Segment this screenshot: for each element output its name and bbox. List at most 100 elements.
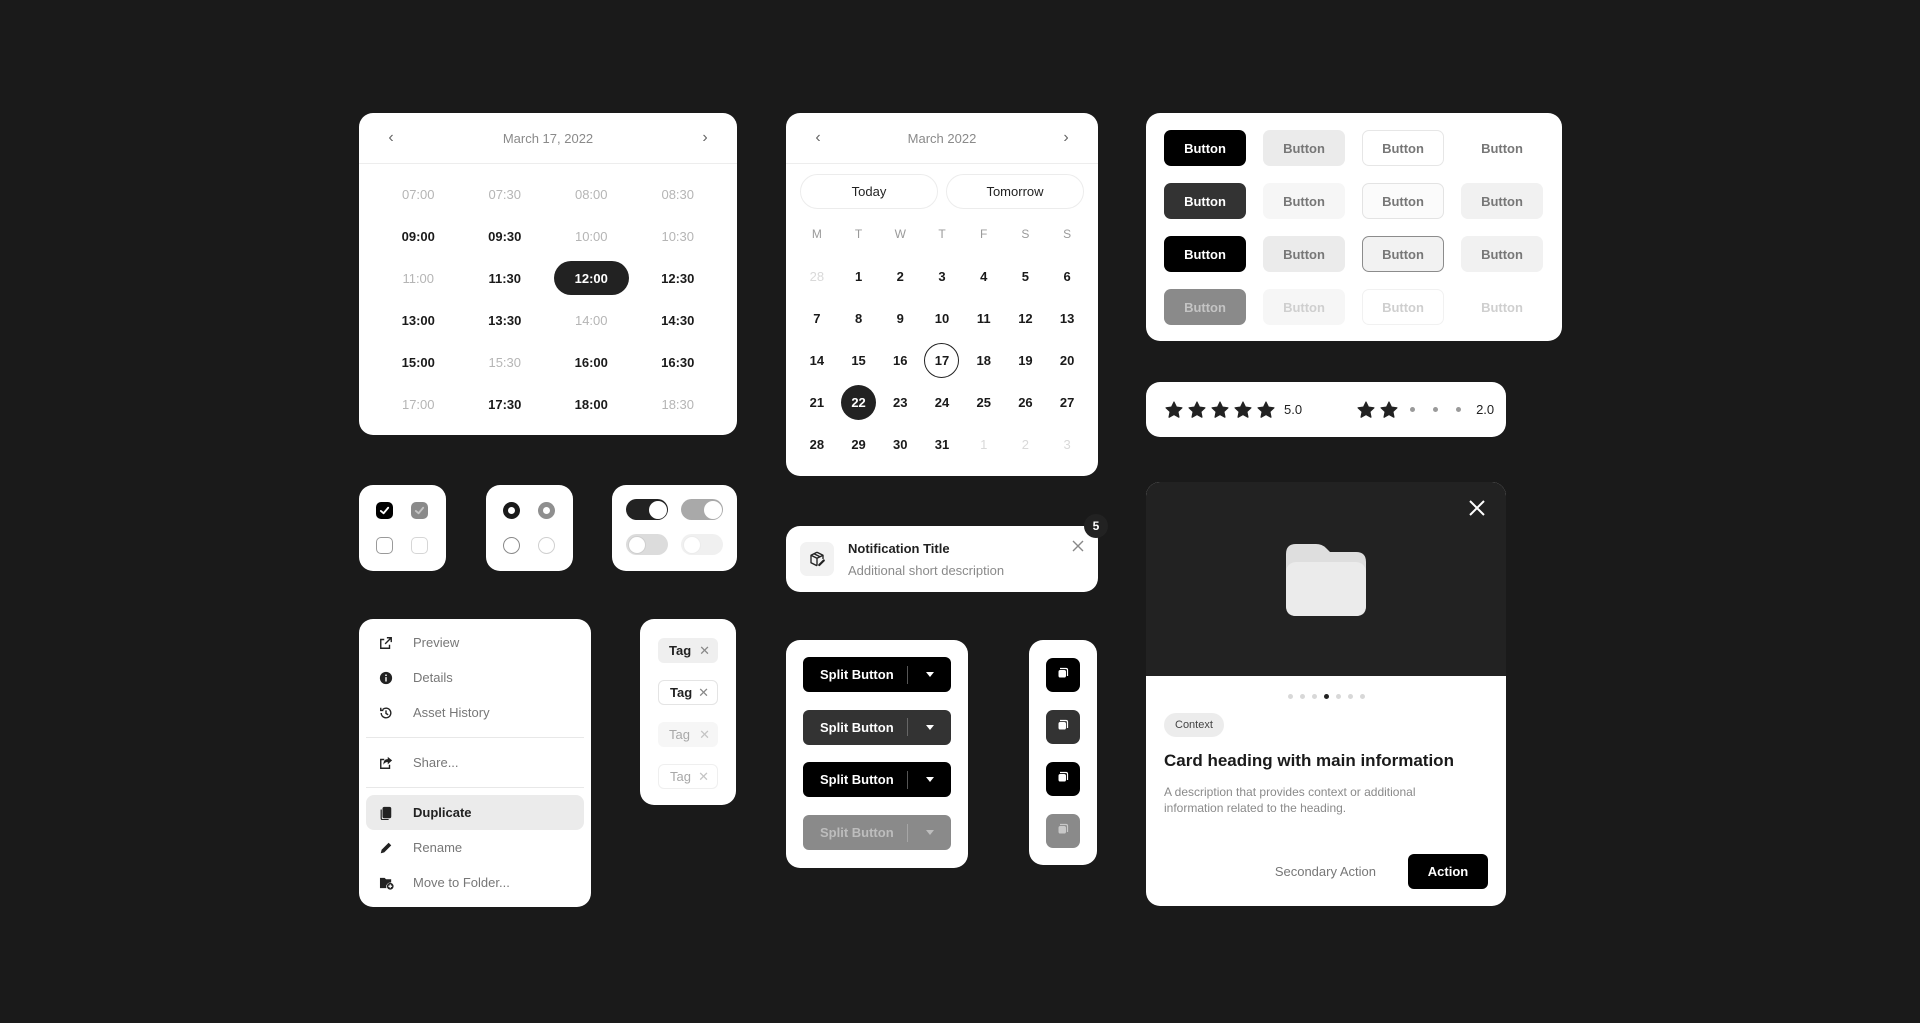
calendar-day[interactable]: 21 (796, 381, 838, 423)
calendar-day-today[interactable]: 17 (921, 339, 963, 381)
star-empty-icon[interactable] (1402, 400, 1422, 420)
calendar-day[interactable]: 27 (1046, 381, 1088, 423)
calendar-day[interactable]: 25 (963, 381, 1005, 423)
time-slot[interactable]: 16:30 (641, 345, 716, 379)
secondary-action-button[interactable]: Secondary Action (1275, 864, 1376, 879)
menu-item-share[interactable]: Share... (366, 745, 584, 780)
radio-selected[interactable] (503, 502, 520, 519)
carousel-dot[interactable] (1359, 694, 1365, 699)
today-button[interactable]: Today (800, 174, 938, 209)
menu-item-asset-history[interactable]: Asset History (366, 695, 584, 730)
chevron-left-icon[interactable]: ‹ (810, 130, 826, 146)
calendar-day[interactable]: 24 (921, 381, 963, 423)
calendar-day[interactable]: 29 (838, 423, 880, 465)
remove-tag-icon[interactable]: ✕ (699, 643, 710, 659)
remove-tag-icon[interactable]: ✕ (698, 685, 709, 701)
calendar-day[interactable]: 5 (1005, 255, 1047, 297)
calendar-day[interactable]: 11 (963, 297, 1005, 339)
calendar-day[interactable]: 4 (963, 255, 1005, 297)
button-secondary-hover[interactable]: Button (1263, 183, 1345, 219)
toggle-on[interactable] (626, 499, 668, 520)
calendar-day[interactable]: 7 (796, 297, 838, 339)
split-button-main[interactable]: Split Button (803, 657, 907, 692)
time-slot[interactable]: 15:00 (381, 345, 456, 379)
calendar-day[interactable]: 26 (1005, 381, 1047, 423)
button-ghost[interactable]: Button (1461, 130, 1543, 166)
calendar-day[interactable]: 10 (921, 297, 963, 339)
calendar-day[interactable]: 8 (838, 297, 880, 339)
star-filled-icon[interactable] (1187, 400, 1207, 420)
star-filled-icon[interactable] (1164, 400, 1184, 420)
star-rating[interactable]: 5.0 (1164, 400, 1302, 420)
carousel-dot[interactable] (1335, 694, 1341, 699)
split-dropdown-toggle[interactable] (908, 762, 951, 797)
menu-item-rename[interactable]: Rename (366, 830, 584, 865)
calendar-day[interactable]: 12 (1005, 297, 1047, 339)
calendar-day[interactable]: 1 (838, 255, 880, 297)
calendar-day[interactable]: 14 (796, 339, 838, 381)
close-icon[interactable] (1467, 498, 1487, 518)
calendar-day[interactable]: 6 (1046, 255, 1088, 297)
carousel-dot[interactable] (1287, 694, 1293, 699)
star-filled-icon[interactable] (1233, 400, 1253, 420)
time-slot[interactable]: 12:30 (641, 261, 716, 295)
calendar-day[interactable]: 31 (921, 423, 963, 465)
checkbox-checked[interactable] (376, 502, 393, 519)
calendar-day[interactable]: 28 (796, 423, 838, 465)
chevron-right-icon[interactable]: › (697, 130, 713, 146)
button-ghost-hover[interactable]: Button (1461, 183, 1543, 219)
menu-item-duplicate[interactable]: Duplicate (366, 795, 584, 830)
button-outline-hover[interactable]: Button (1362, 183, 1444, 219)
star-filled-icon[interactable] (1356, 400, 1376, 420)
carousel-dot[interactable] (1311, 694, 1317, 699)
button-outline-active[interactable]: Button (1362, 236, 1444, 272)
button-secondary[interactable]: Button (1263, 130, 1345, 166)
calendar-day[interactable]: 16 (879, 339, 921, 381)
calendar-day[interactable]: 18 (963, 339, 1005, 381)
calendar-day[interactable]: 23 (879, 381, 921, 423)
time-slot[interactable]: 13:00 (381, 303, 456, 337)
button-primary[interactable]: Button (1164, 236, 1246, 272)
chevron-left-icon[interactable]: ‹ (383, 130, 399, 146)
split-dropdown-toggle[interactable] (908, 657, 951, 692)
time-slot[interactable]: 13:30 (468, 303, 543, 337)
calendar-day[interactable]: 9 (879, 297, 921, 339)
time-slot[interactable]: 18:00 (554, 387, 629, 421)
time-slot[interactable]: 16:00 (554, 345, 629, 379)
primary-action-button[interactable]: Action (1408, 854, 1488, 889)
split-button-main[interactable]: Split Button (803, 762, 907, 797)
calendar-day[interactable]: 30 (879, 423, 921, 465)
button-outline[interactable]: Button (1362, 130, 1444, 166)
icon-button-hover[interactable] (1046, 710, 1080, 744)
time-slot[interactable]: 11:30 (468, 261, 543, 295)
checkbox-unchecked[interactable] (376, 537, 393, 554)
calendar-day[interactable]: 20 (1046, 339, 1088, 381)
close-icon[interactable] (1070, 538, 1086, 554)
calendar-day[interactable]: 3 (921, 255, 963, 297)
time-slot[interactable]: 14:30 (641, 303, 716, 337)
menu-item-details[interactable]: Details (366, 660, 584, 695)
time-slot[interactable]: 09:00 (381, 219, 456, 253)
button-primary[interactable]: Button (1164, 130, 1246, 166)
calendar-day[interactable]: 19 (1005, 339, 1047, 381)
icon-button-primary[interactable] (1046, 762, 1080, 796)
tomorrow-button[interactable]: Tomorrow (946, 174, 1084, 209)
star-empty-icon[interactable] (1425, 400, 1445, 420)
star-empty-icon[interactable] (1448, 400, 1468, 420)
calendar-day[interactable]: 2 (879, 255, 921, 297)
radio-unselected[interactable] (503, 537, 520, 554)
menu-item-move-to-folder[interactable]: Move to Folder... (366, 865, 584, 900)
split-button-main[interactable]: Split Button (803, 710, 907, 745)
time-slot[interactable]: 17:30 (468, 387, 543, 421)
calendar-day[interactable]: 15 (838, 339, 880, 381)
time-slot-selected[interactable]: 12:00 (554, 261, 629, 295)
toggle-off[interactable] (626, 534, 668, 555)
chevron-right-icon[interactable]: › (1058, 130, 1074, 146)
star-filled-icon[interactable] (1379, 400, 1399, 420)
star-filled-icon[interactable] (1210, 400, 1230, 420)
carousel-dot-active[interactable] (1323, 694, 1329, 699)
time-slot[interactable]: 09:30 (468, 219, 543, 253)
button-secondary[interactable]: Button (1263, 236, 1345, 272)
carousel-dot[interactable] (1347, 694, 1353, 699)
split-dropdown-toggle[interactable] (908, 710, 951, 745)
